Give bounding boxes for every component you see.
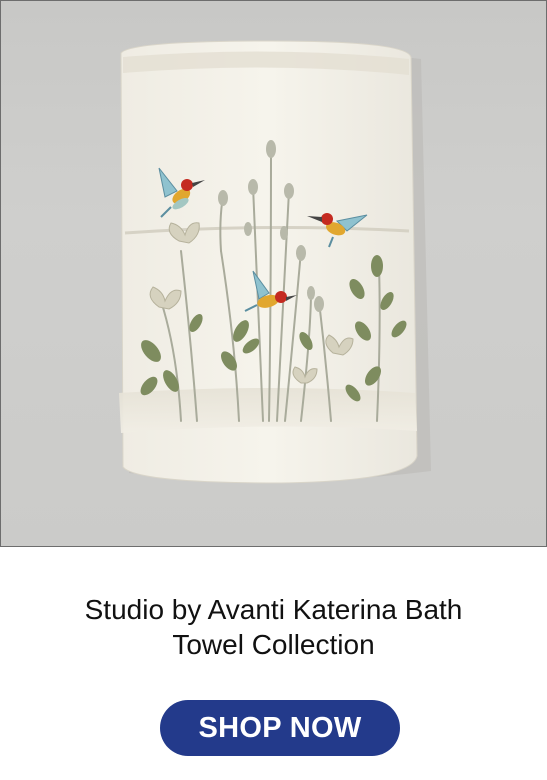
- product-title-line2: Towel Collection: [172, 629, 375, 660]
- shop-now-button[interactable]: SHOP NOW: [160, 700, 400, 756]
- product-card: Studio by Avanti Katerina Bath Towel Col…: [0, 0, 547, 780]
- product-image[interactable]: [0, 0, 547, 547]
- product-title: Studio by Avanti Katerina Bath Towel Col…: [20, 592, 527, 662]
- towel-illustration: [119, 40, 431, 484]
- product-title-line1: Studio by Avanti Katerina Bath: [84, 594, 463, 625]
- towel-band: [119, 388, 417, 433]
